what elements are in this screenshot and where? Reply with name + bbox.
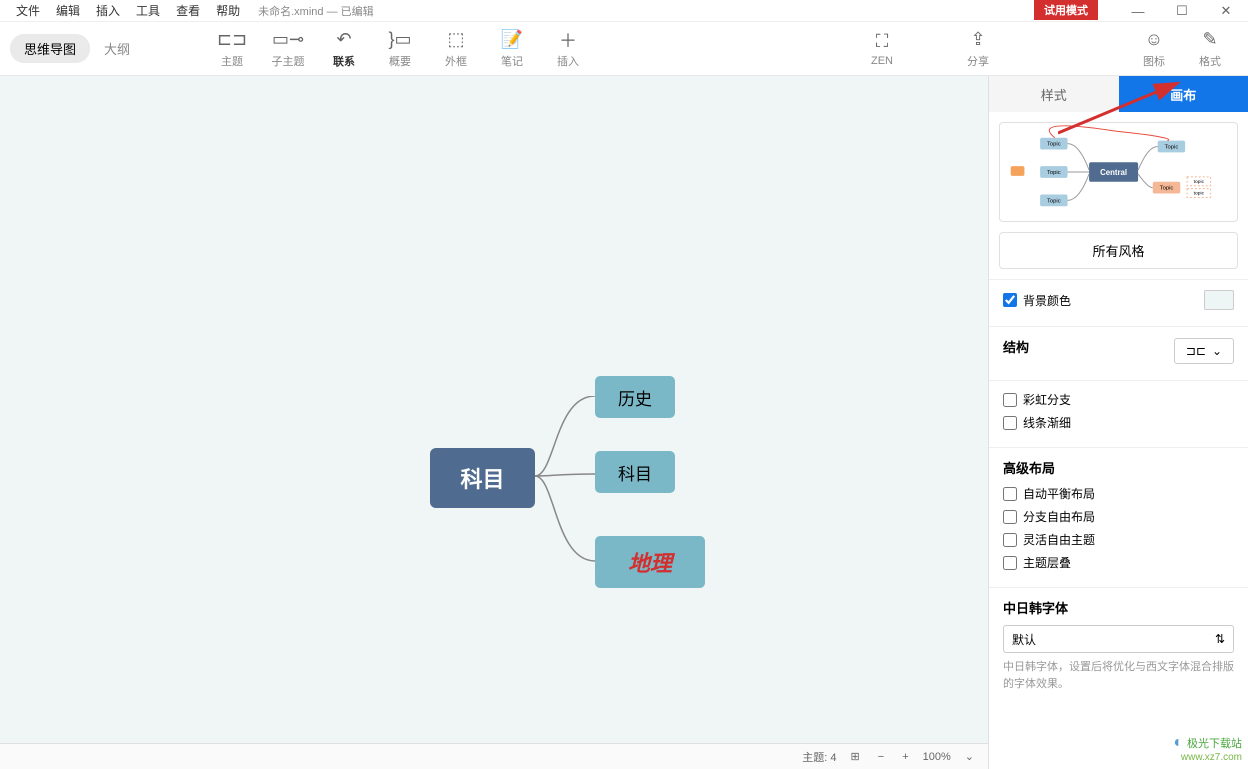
close-button[interactable]: ✕ — [1204, 0, 1248, 22]
tool-insert[interactable]: ＋插入 — [540, 29, 596, 69]
zoom-out-button[interactable]: − — [874, 751, 888, 763]
all-styles-button[interactable]: 所有风格 — [999, 232, 1238, 269]
structure-icon: ⊐⊏ — [1186, 344, 1206, 358]
dropdown-icon: ⇅ — [1215, 632, 1225, 646]
tool-share[interactable]: ⇪分享 — [950, 29, 1006, 69]
rainbow-branch-row[interactable]: 彩虹分支 — [1003, 391, 1234, 408]
svg-text:Topic: Topic — [1047, 170, 1061, 176]
tool-relation[interactable]: ↶联系 — [316, 29, 372, 69]
topic-overlap-row[interactable]: 主题层叠 — [1003, 554, 1234, 571]
panel-tab-canvas[interactable]: 画布 — [1119, 76, 1248, 112]
menu-tools[interactable]: 工具 — [128, 0, 168, 21]
tool-summary[interactable]: }▭概要 — [372, 29, 428, 69]
svg-text:Central: Central — [1100, 168, 1127, 177]
tapered-lines-checkbox[interactable] — [1003, 416, 1017, 430]
bg-color-swatch[interactable] — [1204, 290, 1234, 310]
auto-balance-row[interactable]: 自动平衡布局 — [1003, 485, 1234, 502]
topic-overlap-checkbox[interactable] — [1003, 556, 1017, 570]
boundary-icon: ⬚ — [448, 29, 465, 51]
svg-text:topic: topic — [1194, 191, 1205, 197]
watermark: ◐极光下载站 www.xz7.com — [1173, 734, 1242, 763]
tool-format[interactable]: ✎格式 — [1182, 29, 1238, 69]
rainbow-branch-checkbox[interactable] — [1003, 393, 1017, 407]
structure-select[interactable]: ⊐⊏⌄ — [1174, 338, 1234, 364]
free-branch-row[interactable]: 分支自由布局 — [1003, 508, 1234, 525]
trial-badge: 试用模式 — [1034, 0, 1098, 20]
tool-zen[interactable]: ⛶ZEN — [854, 31, 910, 67]
zoom-in-button[interactable]: + — [898, 751, 912, 763]
zen-icon: ⛶ — [876, 31, 889, 53]
toolbar: 思维导图 大纲 ⊏⊐主题 ▭⊸子主题 ↶联系 }▭概要 ⬚外框 📝笔记 ＋插入 … — [0, 22, 1248, 76]
minimize-button[interactable]: — — [1116, 0, 1160, 22]
document-title: 未命名.xmind — 已编辑 — [258, 3, 374, 19]
cjk-font-hint: 中日韩字体，设置后将优化与西文字体混合排版的字体效果。 — [1003, 659, 1234, 692]
svg-text:topic: topic — [1194, 179, 1205, 185]
summary-icon: }▭ — [389, 29, 412, 51]
advanced-layout-title: 高级布局 — [1003, 458, 1234, 477]
tool-subtopic[interactable]: ▭⊸子主题 — [260, 29, 316, 69]
structure-label: 结构 — [1003, 337, 1029, 356]
insert-icon: ＋ — [559, 29, 577, 51]
share-icon: ⇪ — [970, 29, 985, 51]
zoom-level: 100% — [923, 751, 951, 763]
menu-file[interactable]: 文件 — [8, 0, 48, 21]
subtopic-2[interactable]: 科目 — [595, 451, 675, 493]
side-panel: 样式 画布 Central Topic Topic Topic Topic To… — [988, 76, 1248, 769]
topic-count: 主题: 4 — [802, 749, 836, 765]
free-branch-checkbox[interactable] — [1003, 510, 1017, 524]
relation-icon: ↶ — [336, 29, 351, 51]
free-topic-checkbox[interactable] — [1003, 533, 1017, 547]
svg-text:Topic: Topic — [1047, 142, 1061, 148]
map-overview-button[interactable]: ⊞ — [847, 750, 864, 763]
auto-balance-checkbox[interactable] — [1003, 487, 1017, 501]
note-icon: 📝 — [501, 29, 523, 51]
subtopic-icon: ▭⊸ — [272, 29, 304, 51]
tapered-lines-row[interactable]: 线条渐细 — [1003, 414, 1234, 431]
tab-mindmap[interactable]: 思维导图 — [10, 34, 90, 63]
menu-insert[interactable]: 插入 — [88, 0, 128, 21]
free-topic-row[interactable]: 灵活自由主题 — [1003, 531, 1234, 548]
canvas[interactable]: 科目 历史 科目 地理 — [0, 76, 988, 769]
subtopic-1[interactable]: 历史 — [595, 376, 675, 418]
subtopic-3[interactable]: 地理 — [595, 536, 705, 588]
bg-color-checkbox[interactable] — [1003, 293, 1017, 307]
tab-outline[interactable]: 大纲 — [90, 34, 144, 63]
topic-icon: ⊏⊐ — [217, 29, 247, 51]
style-preview[interactable]: Central Topic Topic Topic Topic Topic to… — [999, 122, 1238, 222]
svg-text:Topic: Topic — [1165, 144, 1179, 150]
zoom-dropdown[interactable]: ⌄ — [961, 750, 978, 763]
window-controls: — ☐ ✕ — [1116, 0, 1248, 22]
bg-color-row[interactable]: 背景颜色 — [1003, 290, 1234, 310]
tool-boundary[interactable]: ⬚外框 — [428, 29, 484, 69]
cjk-font-select[interactable]: 默认⇅ — [1003, 625, 1234, 653]
svg-text:Topic: Topic — [1160, 186, 1174, 192]
maximize-button[interactable]: ☐ — [1160, 0, 1204, 22]
tool-note[interactable]: 📝笔记 — [484, 29, 540, 69]
central-topic[interactable]: 科目 — [430, 448, 535, 508]
status-bar: 主题: 4 ⊞ − + 100% ⌄ — [0, 743, 988, 769]
menu-help[interactable]: 帮助 — [208, 0, 248, 21]
smiley-icon: ☺ — [1145, 29, 1163, 51]
menu-edit[interactable]: 编辑 — [48, 0, 88, 21]
cjk-font-title: 中日韩字体 — [1003, 598, 1234, 617]
menu-view[interactable]: 查看 — [168, 0, 208, 21]
brush-icon: ✎ — [1202, 29, 1217, 51]
tool-icons[interactable]: ☺图标 — [1126, 29, 1182, 69]
panel-tab-style[interactable]: 样式 — [989, 76, 1119, 112]
tool-theme[interactable]: ⊏⊐主题 — [204, 29, 260, 69]
svg-text:Topic: Topic — [1047, 198, 1061, 204]
